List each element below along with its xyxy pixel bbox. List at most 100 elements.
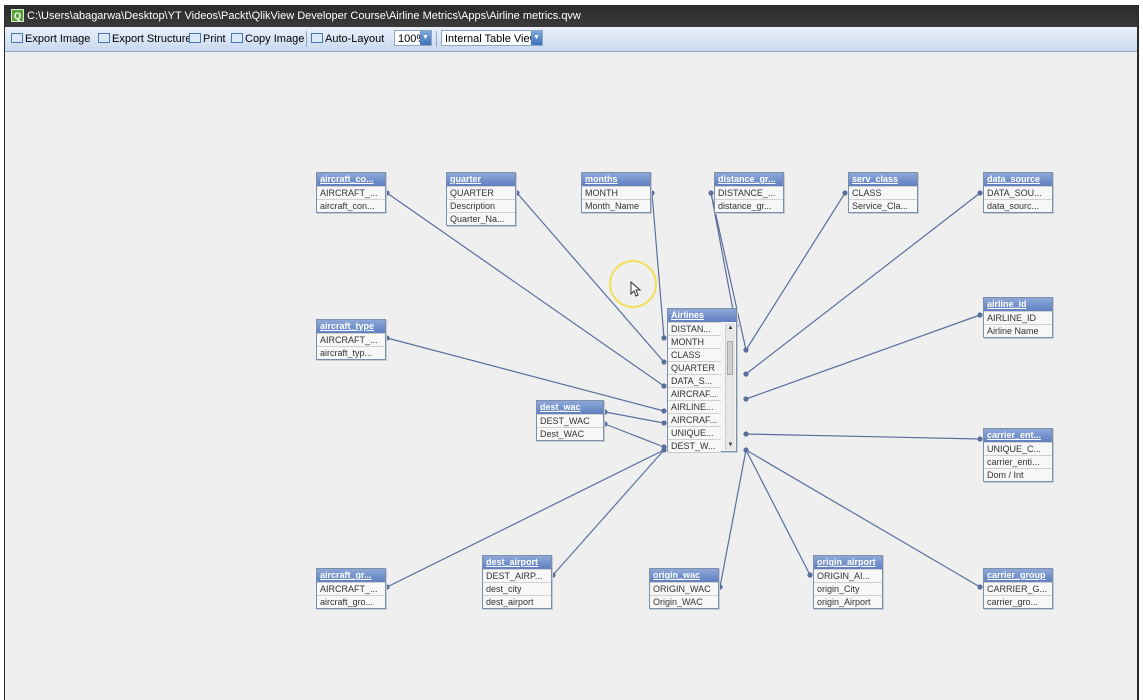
table-header[interactable]: serv_class <box>849 173 917 186</box>
table-header[interactable]: carrier_ent... <box>984 429 1052 442</box>
field-row[interactable]: MONTH <box>668 335 721 348</box>
auto-layout-button[interactable]: Auto-Layout <box>311 27 384 51</box>
connector-dot <box>842 190 848 196</box>
table-dest-wac[interactable]: dest_wac DEST_WAC Dest_WAC <box>536 400 604 441</box>
field-row[interactable]: DATA_S... <box>668 374 721 387</box>
field-row[interactable]: origin_City <box>814 582 882 595</box>
table-data-source[interactable]: data_source DATA_SOU... data_sourc... <box>983 172 1053 213</box>
chevron-down-icon: ▼ <box>420 31 431 45</box>
field-row[interactable]: UNIQUE... <box>668 426 721 439</box>
connector-dot <box>661 359 667 365</box>
field-row[interactable]: CARRIER_G... <box>984 582 1052 595</box>
table-origin-wac[interactable]: origin_wac ORIGIN_WAC Origin_WAC <box>649 568 719 609</box>
field-row[interactable]: AIRCRAFT_... <box>317 582 385 595</box>
table-header[interactable]: aircraft_type <box>317 320 385 333</box>
toolbar-separator <box>306 31 307 47</box>
field-row[interactable]: Airline Name <box>984 324 1052 337</box>
table-viewer-canvas: aircraft_co... AIRCRAFT_... aircraft_con… <box>5 52 1137 700</box>
copy-image-button[interactable]: Copy Image <box>231 27 304 51</box>
field-row[interactable]: AIRCRAF... <box>668 387 721 400</box>
table-serv-class[interactable]: serv_class CLASS Service_Cla... <box>848 172 918 213</box>
export-structure-button[interactable]: Export Structure <box>98 27 191 51</box>
scroll-thumb[interactable] <box>727 341 733 375</box>
table-aircraft-type[interactable]: aircraft_type AIRCRAFT_... aircraft_typ.… <box>316 319 386 360</box>
field-row[interactable]: carrier_gro... <box>984 595 1052 608</box>
field-row[interactable]: AIRCRAFT_... <box>317 333 385 346</box>
airlines-scrollbar[interactable]: ▲ ▼ <box>725 323 735 450</box>
table-header[interactable]: dest_airport <box>483 556 551 569</box>
field-row[interactable]: UNIQUE_C... <box>984 442 1052 455</box>
field-row[interactable]: AIRLINE... <box>668 400 721 413</box>
field-row[interactable]: Origin_WAC <box>650 595 718 608</box>
field-row[interactable]: aircraft_gro... <box>317 595 385 608</box>
field-row[interactable]: dest_airport <box>483 595 551 608</box>
table-distance-group[interactable]: distance_gr... DISTANCE_... distance_gr.… <box>714 172 784 213</box>
table-header[interactable]: airline_id <box>984 298 1052 311</box>
field-row[interactable]: AIRCRAF... <box>668 413 721 426</box>
table-dest-airport[interactable]: dest_airport DEST_AIRP... dest_city dest… <box>482 555 552 609</box>
field-row[interactable]: carrier_enti... <box>984 455 1052 468</box>
table-header[interactable]: carrier_group <box>984 569 1052 582</box>
table-quarter[interactable]: quarter QUARTER Description Quarter_Na..… <box>446 172 516 226</box>
scroll-up-icon[interactable]: ▲ <box>726 323 735 333</box>
field-row[interactable]: ORIGIN_WAC <box>650 582 718 595</box>
table-header[interactable]: dest_wac <box>537 401 603 414</box>
table-header[interactable]: origin_wac <box>650 569 718 582</box>
export-image-button[interactable]: Export Image <box>11 27 90 51</box>
field-row[interactable]: MONTH <box>582 186 650 199</box>
table-airline-id[interactable]: airline_id AIRLINE_ID Airline Name <box>983 297 1053 338</box>
field-row[interactable]: aircraft_typ... <box>317 346 385 359</box>
field-row[interactable]: ORIGIN_AI... <box>814 569 882 582</box>
field-row[interactable]: DEST_WAC <box>537 414 603 427</box>
table-months[interactable]: months MONTH Month_Name <box>581 172 651 213</box>
table-header[interactable]: aircraft_gr... <box>317 569 385 582</box>
field-row[interactable]: AIRCRAFT_... <box>317 186 385 199</box>
field-row[interactable]: Service_Cla... <box>849 199 917 212</box>
field-row[interactable]: CLASS <box>849 186 917 199</box>
table-airlines[interactable]: Airlines DISTAN... MONTH CLASS QUARTER D… <box>667 308 737 452</box>
link-origin-wac <box>719 449 747 588</box>
field-row[interactable]: QUARTER <box>668 361 721 374</box>
toolbar-separator <box>436 31 437 47</box>
table-header[interactable]: distance_gr... <box>715 173 783 186</box>
field-row[interactable]: DISTAN... <box>668 322 721 335</box>
scroll-down-icon[interactable]: ▼ <box>726 440 735 450</box>
field-row[interactable]: origin_Airport <box>814 595 882 608</box>
field-row[interactable]: Description <box>447 199 515 212</box>
table-header[interactable]: quarter <box>447 173 515 186</box>
field-row[interactable]: dest_city <box>483 582 551 595</box>
field-row[interactable]: DATA_SOU... <box>984 186 1052 199</box>
field-row[interactable]: QUARTER <box>447 186 515 199</box>
field-row[interactable]: aircraft_con... <box>317 199 385 212</box>
link-dest-wac-a <box>604 411 665 424</box>
field-row[interactable]: Dom / Int <box>984 468 1052 481</box>
field-row[interactable]: AIRLINE_ID <box>984 311 1052 324</box>
field-row[interactable]: DISTANCE_... <box>715 186 783 199</box>
field-row[interactable]: CLASS <box>668 348 721 361</box>
table-origin-airport[interactable]: origin_airport ORIGIN_AI... origin_City … <box>813 555 883 609</box>
print-button[interactable]: Print <box>189 27 226 51</box>
field-row[interactable]: DEST_W... <box>668 439 721 452</box>
table-header[interactable]: Airlines <box>668 309 736 322</box>
field-row[interactable]: Quarter_Na... <box>447 212 515 225</box>
field-row[interactable]: distance_gr... <box>715 199 783 212</box>
table-aircraft-group[interactable]: aircraft_gr... AIRCRAFT_... aircraft_gro… <box>316 568 386 609</box>
chevron-down-icon: ▼ <box>531 31 542 45</box>
field-row[interactable]: DEST_AIRP... <box>483 569 551 582</box>
title-bar: Q C:\Users\abagarwa\Desktop\YT Videos\Pa… <box>5 5 1137 27</box>
connector-dot <box>977 312 983 318</box>
view-mode-dropdown[interactable]: Internal Table View ▼ <box>441 30 543 46</box>
table-header[interactable]: origin_airport <box>814 556 882 569</box>
table-header[interactable]: aircraft_co... <box>317 173 385 186</box>
table-header[interactable]: months <box>582 173 650 186</box>
zoom-dropdown[interactable]: 100% ▼ <box>394 30 432 46</box>
table-aircraft-config[interactable]: aircraft_co... AIRCRAFT_... aircraft_con… <box>316 172 386 213</box>
table-header[interactable]: data_source <box>984 173 1052 186</box>
table-carrier-group[interactable]: carrier_group CARRIER_G... carrier_gro..… <box>983 568 1053 609</box>
field-row[interactable]: Dest_WAC <box>537 427 603 440</box>
field-row[interactable]: Month_Name <box>582 199 650 212</box>
connector-dot <box>977 436 983 442</box>
table-carrier-entity[interactable]: carrier_ent... UNIQUE_C... carrier_enti.… <box>983 428 1053 482</box>
association-lines <box>384 190 983 590</box>
field-row[interactable]: data_sourc... <box>984 199 1052 212</box>
